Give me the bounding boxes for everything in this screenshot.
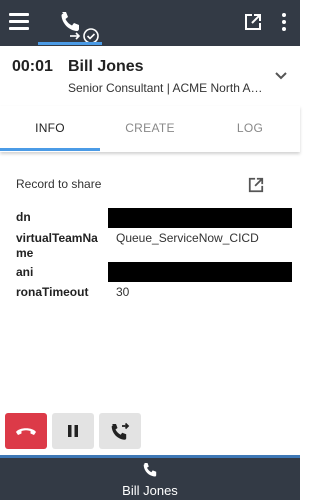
popout-button[interactable] bbox=[244, 13, 262, 36]
field-key-virtualteamname: virtualTeamName bbox=[16, 231, 98, 260]
phone-icon bbox=[142, 462, 158, 483]
active-call-footer[interactable]: Bill Jones bbox=[0, 455, 300, 500]
active-call-tab[interactable] bbox=[57, 6, 103, 46]
caller-name: Bill Jones bbox=[68, 58, 144, 75]
transfer-button[interactable] bbox=[99, 413, 141, 449]
top-bar bbox=[0, 0, 300, 46]
field-key-ronatimeout: ronaTimeout bbox=[16, 285, 89, 299]
chevron-down-icon bbox=[275, 72, 287, 80]
record-to-share-label: Record to share bbox=[16, 177, 102, 191]
tab-info[interactable]: INFO bbox=[0, 106, 100, 152]
tab-create[interactable]: CREATE bbox=[100, 106, 200, 152]
tab-log[interactable]: LOG bbox=[200, 106, 300, 152]
caller-header: 00:01 Bill Jones Senior Consultant | ACM… bbox=[0, 46, 300, 106]
field-key-ani: ani bbox=[16, 265, 34, 279]
phone-forward-icon bbox=[111, 422, 130, 440]
call-timer: 00:01 bbox=[12, 58, 53, 75]
more-vertical-icon[interactable] bbox=[280, 13, 288, 33]
phone-check-icon bbox=[61, 12, 99, 44]
expand-button[interactable] bbox=[274, 68, 288, 86]
hang-up-icon bbox=[16, 428, 36, 435]
tab-indicator bbox=[0, 148, 100, 151]
field-value-virtualteamname: Queue_ServiceNow_CICD bbox=[116, 231, 259, 245]
field-key-dn: dn bbox=[16, 210, 31, 224]
record-share-button[interactable] bbox=[248, 177, 264, 198]
footer-accent-line bbox=[0, 455, 300, 458]
hamburger-menu-icon[interactable] bbox=[9, 13, 29, 30]
hold-button[interactable] bbox=[52, 413, 94, 449]
footer-caller-name: Bill Jones bbox=[122, 483, 178, 498]
redacted-value-dn bbox=[108, 208, 292, 228]
tab-bar: INFO CREATE LOG bbox=[0, 106, 300, 152]
active-tab-indicator bbox=[38, 42, 102, 45]
field-value-ronatimeout: 30 bbox=[116, 285, 130, 299]
caller-title: Senior Consultant | ACME North America bbox=[68, 81, 266, 95]
open-in-new-icon bbox=[248, 177, 264, 193]
open-in-new-icon bbox=[245, 14, 261, 30]
end-call-button[interactable] bbox=[5, 413, 47, 449]
pause-icon bbox=[68, 425, 78, 437]
redacted-value-ani bbox=[108, 262, 292, 282]
